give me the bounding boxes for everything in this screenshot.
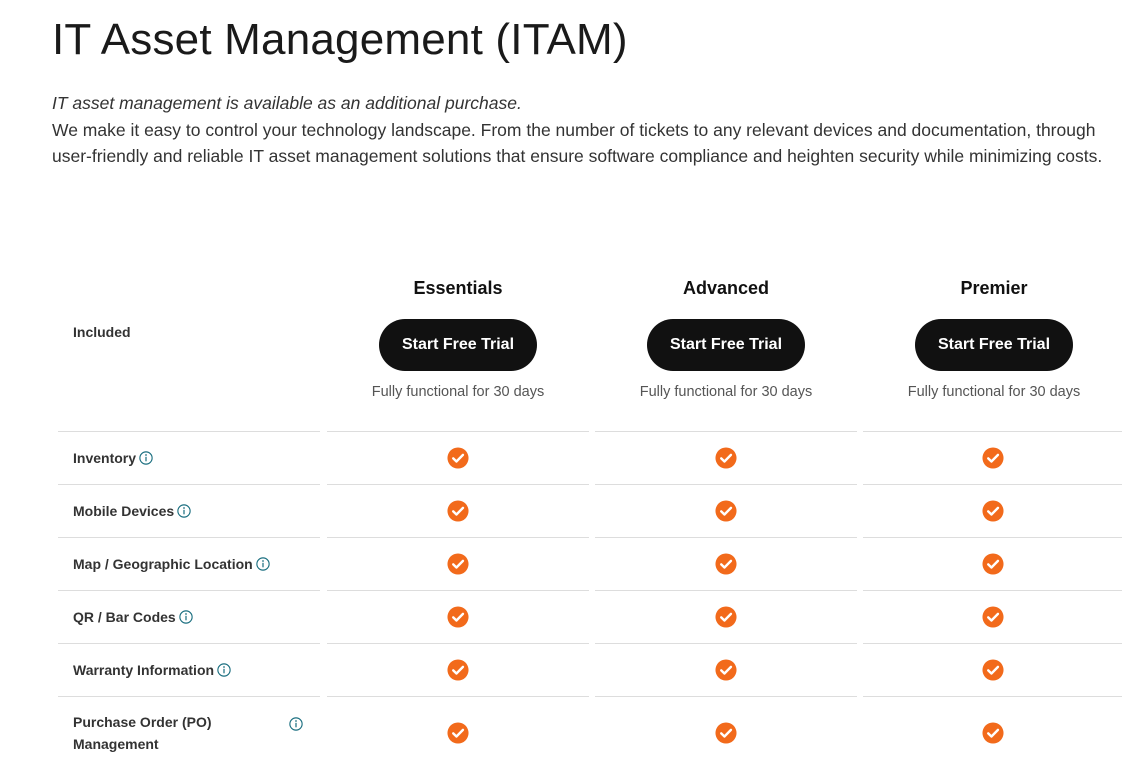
checkmark-icon — [981, 659, 1004, 681]
checkmark-icon — [981, 500, 1004, 522]
feature-label: Mobile Devices — [73, 500, 191, 522]
info-icon[interactable] — [179, 610, 193, 624]
feature-name: Purchase Order (PO) Management — [73, 713, 212, 752]
checkmark-icon — [447, 721, 469, 744]
feature-label: Map / Geographic Location — [73, 553, 270, 575]
plan-feature-cell — [863, 696, 1122, 758]
plan-feature-cell — [327, 431, 589, 484]
trial-subtext: Fully functional for 30 days — [907, 384, 1081, 400]
info-icon[interactable] — [255, 557, 270, 571]
plan-feature-cell — [327, 537, 589, 590]
included-label: Included — [73, 324, 131, 340]
feature-row: Purchase Order (PO) Management — [58, 696, 1122, 758]
plan-feature-cell — [595, 643, 857, 696]
checkmark-icon — [447, 659, 469, 681]
plan-comparison-table: Included Essentials Start Free Trial Ful… — [58, 266, 1122, 758]
plan-feature-cell — [863, 537, 1122, 590]
checkmark-icon — [981, 721, 1004, 744]
feature-label: Warranty Information — [73, 659, 231, 681]
info-icon[interactable] — [139, 451, 153, 465]
plan-feature-cell — [863, 590, 1122, 643]
plan-feature-cell — [327, 484, 589, 537]
plan-essentials: Essentials Start Free Trial Fully functi… — [327, 266, 589, 431]
page-description: We make it easy to control your technolo… — [52, 119, 1103, 167]
page-title: IT Asset Management (ITAM) — [52, 15, 628, 64]
feature-label: Purchase Order (PO) Management — [73, 711, 223, 755]
info-icon[interactable] — [289, 717, 303, 731]
plan-feature-cell — [327, 590, 589, 643]
feature-row: Map / Geographic Location — [58, 537, 1122, 590]
essentials-start-free-trial-button[interactable]: Start Free Trial — [379, 319, 537, 371]
plan-name: Essentials — [413, 278, 503, 298]
plan-name: Premier — [960, 278, 1028, 298]
feature-label: QR / Bar Codes — [73, 606, 193, 628]
checkmark-icon — [981, 606, 1004, 628]
feature-name: Map / Geographic Location — [73, 556, 253, 572]
feature-rows: Inventory Mobile Devices Map / Geographic … — [58, 431, 1122, 758]
plan-feature-cell — [595, 590, 857, 643]
plan-feature-cell — [327, 643, 589, 696]
checkmark-icon — [715, 447, 737, 469]
plan-name: Advanced — [682, 278, 770, 298]
plan-advanced: Advanced Start Free Trial Fully function… — [595, 266, 857, 431]
checkmark-icon — [981, 447, 1004, 469]
plan-feature-cell — [327, 696, 589, 758]
info-icon[interactable] — [177, 504, 191, 518]
feature-row: Inventory — [58, 431, 1122, 484]
feature-label: Inventory — [73, 447, 153, 469]
feature-row: Warranty Information — [58, 643, 1122, 696]
premier-start-free-trial-button[interactable]: Start Free Trial — [915, 319, 1073, 371]
purchase-note: IT asset management is available as an a… — [52, 93, 522, 113]
feature-name: Mobile Devices — [73, 503, 175, 519]
trial-subtext: Fully functional for 30 days — [371, 384, 545, 400]
feature-label-cell: Warranty Information — [58, 643, 320, 696]
plan-header-row: Included Essentials Start Free Trial Ful… — [58, 266, 1122, 431]
itam-pricing-page: IT Asset Management (ITAM) IT asset mana… — [0, 0, 1122, 758]
checkmark-icon — [981, 553, 1004, 575]
plan-feature-cell — [595, 696, 857, 758]
plan-feature-cell — [595, 431, 857, 484]
checkmark-icon — [715, 553, 737, 575]
checkmark-icon — [715, 659, 737, 681]
checkmark-icon — [447, 500, 469, 522]
checkmark-icon — [715, 721, 737, 744]
feature-label-cell: Map / Geographic Location — [58, 537, 320, 590]
intro-text: IT asset management is available as an a… — [52, 90, 1112, 170]
feature-label-cell: Mobile Devices — [58, 484, 320, 537]
plan-feature-cell — [863, 643, 1122, 696]
feature-label-cell: Inventory — [58, 431, 320, 484]
feature-label-cell: QR / Bar Codes — [58, 590, 320, 643]
feature-row: Mobile Devices — [58, 484, 1122, 537]
plan-feature-cell — [595, 484, 857, 537]
feature-name: Warranty Information — [73, 662, 215, 678]
checkmark-icon — [715, 500, 737, 522]
advanced-start-free-trial-button[interactable]: Start Free Trial — [647, 319, 805, 371]
plan-premier: Premier Start Free Trial Fully functiona… — [863, 266, 1122, 431]
feature-name: Inventory — [73, 450, 137, 466]
checkmark-icon — [715, 606, 737, 628]
checkmark-icon — [447, 606, 469, 628]
trial-subtext: Fully functional for 30 days — [639, 384, 813, 400]
feature-row: QR / Bar Codes — [58, 590, 1122, 643]
plan-feature-cell — [863, 484, 1122, 537]
info-icon[interactable] — [217, 663, 231, 677]
checkmark-icon — [447, 447, 469, 469]
plan-feature-cell — [863, 431, 1122, 484]
feature-name: QR / Bar Codes — [73, 609, 176, 625]
plan-feature-cell — [595, 537, 857, 590]
feature-label-cell: Purchase Order (PO) Management — [58, 696, 320, 758]
checkmark-icon — [447, 553, 469, 575]
